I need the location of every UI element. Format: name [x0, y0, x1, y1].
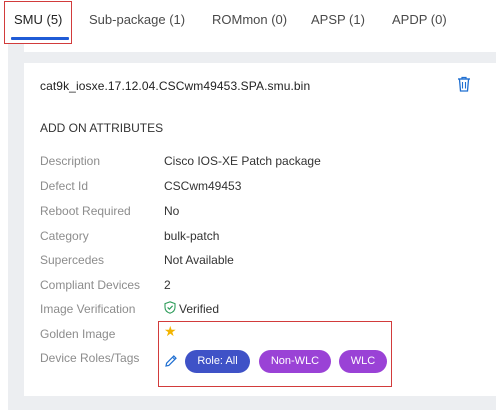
description-value: Cisco IOS-XE Patch package [164, 154, 321, 168]
image-verification-label: Image Verification [40, 302, 136, 316]
compliant-devices-label: Compliant Devices [40, 278, 141, 292]
compliant-devices-value: 2 [164, 278, 171, 292]
shield-check-icon [164, 301, 176, 314]
tab-smu[interactable]: SMU (5) [14, 12, 62, 27]
device-roles-tags-label: Device Roles/Tags [40, 351, 140, 365]
tab-rommon[interactable]: ROMmon (0) [212, 12, 287, 27]
smu-package-card: cat9k_iosxe.17.12.04.CSCwm49453.SPA.smu.… [24, 63, 496, 396]
defect-id-label: Defect Id [40, 179, 89, 193]
star-icon[interactable]: ★ [164, 324, 177, 338]
pencil-icon[interactable] [164, 354, 178, 368]
category-value: bulk-patch [164, 229, 220, 243]
category-label: Category [40, 229, 89, 243]
package-tabs: SMU (5) Sub-package (1) ROMmon (0) APSP … [0, 0, 504, 42]
reboot-required-value: No [164, 204, 180, 218]
tab-sub-package[interactable]: Sub-package (1) [89, 12, 185, 27]
defect-id-value: CSCwm49453 [164, 179, 242, 193]
reboot-required-label: Reboot Required [40, 204, 131, 218]
tag-non-wlc[interactable]: Non-WLC [259, 350, 331, 373]
supercedes-label: Supercedes [40, 253, 105, 267]
active-tab-indicator [11, 37, 69, 40]
tab-apsp[interactable]: APSP (1) [311, 12, 365, 27]
tab-apdp[interactable]: APDP (0) [392, 12, 447, 27]
description-label: Description [40, 154, 101, 168]
previous-card-edge [24, 44, 496, 52]
tag-role-all[interactable]: Role: All [185, 350, 250, 373]
tag-wlc[interactable]: WLC [339, 350, 387, 373]
package-file-name: cat9k_iosxe.17.12.04.CSCwm49453.SPA.smu.… [40, 79, 311, 93]
add-on-attributes-heading: ADD ON ATTRIBUTES [40, 121, 164, 135]
supercedes-value: Not Available [164, 253, 234, 267]
image-verification-value: Verified [179, 302, 220, 316]
trash-icon[interactable] [456, 75, 472, 93]
golden-image-label: Golden Image [40, 327, 116, 341]
